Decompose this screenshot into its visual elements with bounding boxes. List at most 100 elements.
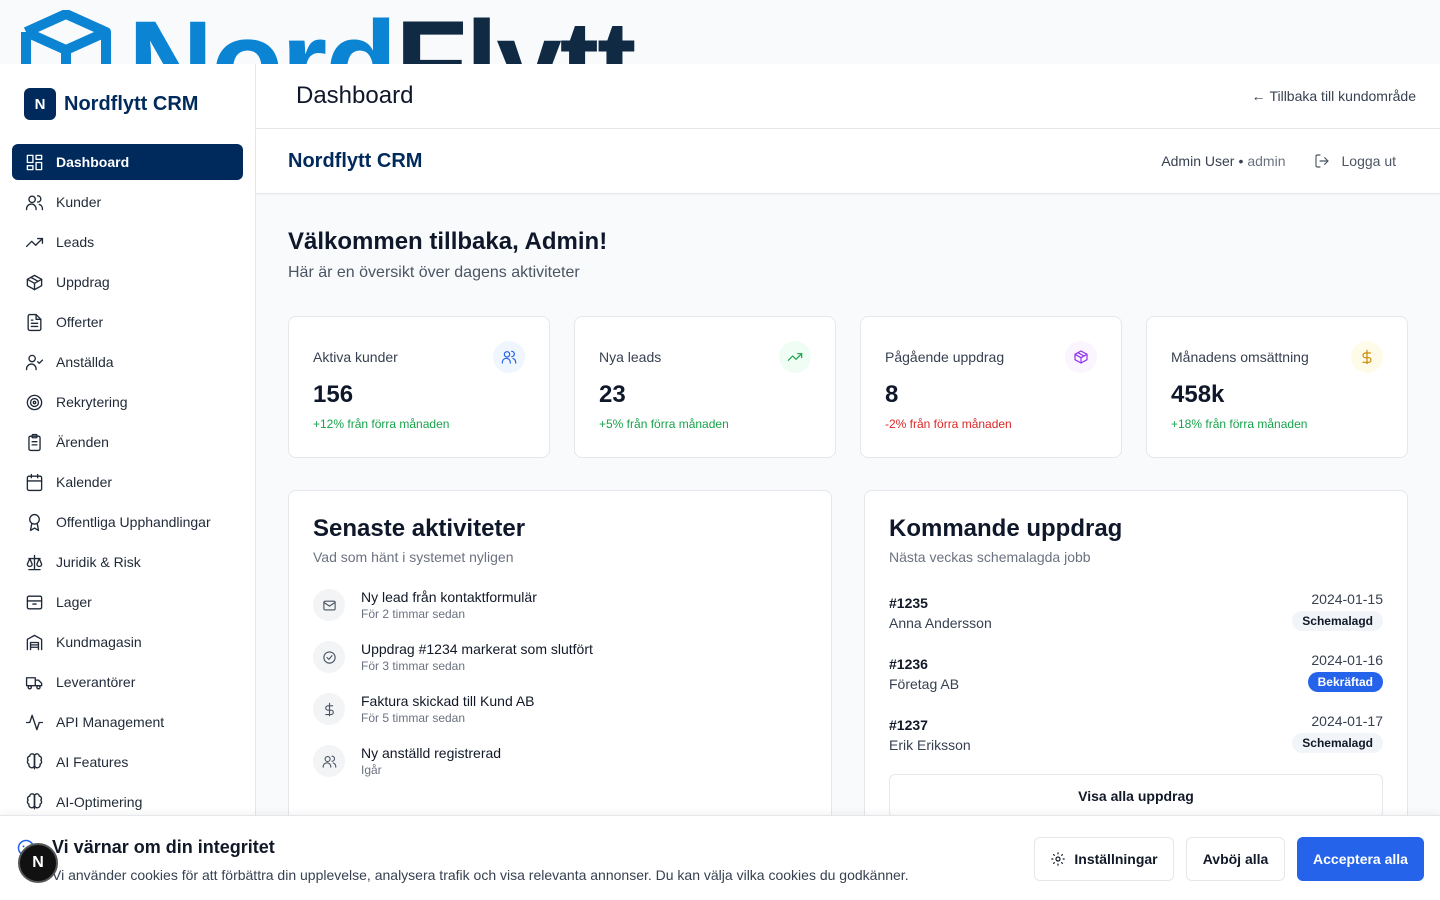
cookie-settings-button[interactable]: Inställningar — [1034, 837, 1174, 881]
main-area: Dashboard ← Tillbaka till kundområde Nor… — [256, 64, 1440, 900]
cookie-settings-label: Inställningar — [1074, 851, 1158, 867]
sidebar-item-label: Leverantörer — [56, 674, 136, 690]
stat-value: 156 — [313, 381, 354, 408]
welcome-title: Välkommen tillbaka, Admin! — [288, 228, 608, 255]
sidebar-item-label: Offentliga Upphandlingar — [56, 514, 211, 530]
logout-button[interactable]: Logga ut — [1314, 153, 1396, 169]
app-subheader: Nordflytt CRM Admin User • admin Logga u… — [256, 129, 1440, 194]
floating-avatar-button[interactable]: N — [18, 843, 58, 883]
activity-title: Uppdrag #1234 markerat som slutfört — [361, 641, 593, 657]
dashboard-grid-icon — [24, 152, 44, 172]
user-area: Admin User • admin Logga ut — [1161, 153, 1396, 169]
banner-wordmark: NordFlytt — [128, 4, 636, 64]
page-title: Dashboard — [296, 82, 414, 109]
stat-trend: -2% från förra månaden — [885, 417, 1012, 431]
dashboard-content: Välkommen tillbaka, Admin! Här är en öve… — [256, 194, 1440, 830]
sidebar-nav: Dashboard Kunder Leads Uppdrag Offerter Anstä… — [0, 144, 255, 820]
award-icon — [24, 512, 44, 532]
cookie-text: Vi använder cookies för att förbättra di… — [52, 867, 909, 883]
package-icon — [24, 272, 44, 292]
cookie-reject-button[interactable]: Avböj alla — [1186, 837, 1285, 881]
status-badge: Bekräftad — [1307, 672, 1383, 692]
users-icon — [313, 745, 345, 777]
status-badge: Schemalagd — [1292, 733, 1383, 753]
upcoming-jobs-panel: Kommande uppdrag Nästa veckas schemalagd… — [864, 490, 1408, 830]
activity-time: För 5 timmar sedan — [361, 711, 466, 725]
stat-value: 23 — [599, 381, 626, 408]
users-icon — [24, 192, 44, 212]
document-icon — [24, 312, 44, 332]
sidebar-item-lager[interactable]: Lager — [12, 584, 243, 620]
trending-up-icon — [779, 341, 811, 373]
sidebar-item-juridik-risk[interactable]: Juridik & Risk — [12, 544, 243, 580]
stat-trend: +5% från förra månaden — [599, 417, 729, 431]
job-date: 2024-01-17 — [1311, 713, 1383, 729]
job-row[interactable]: #1235 Anna Andersson 2024-01-15 Schemalagd — [889, 591, 1383, 652]
sidebar-item-rekrytering[interactable]: Rekrytering — [12, 384, 243, 420]
calendar-icon — [24, 472, 44, 492]
sidebar-brand[interactable]: N Nordflytt CRM — [0, 64, 255, 144]
user-role: admin — [1247, 153, 1286, 169]
job-row[interactable]: #1237 Erik Eriksson 2024-01-17 Schemalagd — [889, 713, 1383, 774]
sidebar-item-ärenden[interactable]: Ärenden — [12, 424, 243, 460]
job-row[interactable]: #1236 Företag AB 2024-01-16 Bekräftad — [889, 652, 1383, 713]
sidebar-item-label: Uppdrag — [56, 274, 110, 290]
sidebar-item-anställda[interactable]: Anställda — [12, 344, 243, 380]
page-header: Dashboard ← Tillbaka till kundområde — [256, 64, 1440, 129]
brain-icon — [24, 792, 44, 812]
sidebar-item-label: Rekrytering — [56, 394, 128, 410]
stat-card: Pågående uppdrag 8 -2% från förra månaden — [860, 316, 1122, 458]
activity-time: För 3 timmar sedan — [361, 659, 466, 673]
stats-row: Aktiva kunder 156 +12% från förra månaden N… — [288, 316, 1408, 458]
sidebar-item-ai-features[interactable]: AI Features — [12, 744, 243, 780]
sidebar-item-offerter[interactable]: Offerter — [12, 304, 243, 340]
stat-trend: +12% från förra månaden — [313, 417, 450, 431]
stat-trend: +18% från förra månaden — [1171, 417, 1308, 431]
sidebar-item-label: Juridik & Risk — [56, 554, 141, 570]
stat-value: 458k — [1171, 381, 1225, 408]
cookie-title: Vi värnar om din integritet — [52, 837, 275, 857]
sidebar-item-kalender[interactable]: Kalender — [12, 464, 243, 500]
job-id: #1235 — [889, 595, 928, 611]
sidebar-item-label: AI-Optimering — [56, 794, 143, 810]
job-date: 2024-01-16 — [1311, 652, 1383, 668]
check-circle-icon — [313, 641, 345, 673]
sidebar-item-label: Kundmagasin — [56, 634, 142, 650]
view-all-jobs-button[interactable]: Visa alla uppdrag — [889, 774, 1383, 818]
sidebar-item-kunder[interactable]: Kunder — [12, 184, 243, 220]
sidebar-item-label: Kalender — [56, 474, 113, 490]
recent-activities-panel: Senaste aktiviteter Vad som hänt i syste… — [288, 490, 832, 830]
sidebar-item-kundmagasin[interactable]: Kundmagasin — [12, 624, 243, 660]
brain-icon — [24, 752, 44, 772]
back-to-customer-area-link[interactable]: ← Tillbaka till kundområde — [1251, 88, 1416, 104]
target-icon — [24, 392, 44, 412]
user-check-icon — [24, 352, 44, 372]
arrow-left-icon: ← — [1251, 88, 1266, 104]
clipboard-icon — [24, 432, 44, 452]
dollar-icon — [1351, 341, 1383, 373]
sidebar-item-label: Leads — [56, 234, 95, 250]
activity-time: För 2 timmar sedan — [361, 607, 466, 621]
activities-title: Senaste aktiviteter — [313, 515, 526, 542]
status-badge: Schemalagd — [1292, 611, 1383, 631]
cookie-accept-button[interactable]: Acceptera alla — [1297, 837, 1424, 881]
job-client: Företag AB — [889, 676, 960, 692]
sidebar-item-leverantörer[interactable]: Leverantörer — [12, 664, 243, 700]
job-id: #1236 — [889, 656, 928, 672]
sidebar-item-api-management[interactable]: API Management — [12, 704, 243, 740]
sidebar-item-dashboard[interactable]: Dashboard — [12, 144, 243, 180]
user-name: Admin User — [1161, 153, 1235, 169]
back-link-label: Tillbaka till kundområde — [1269, 88, 1416, 104]
dollar-icon — [313, 693, 345, 725]
sidebar-item-leads[interactable]: Leads — [12, 224, 243, 260]
stat-value: 8 — [885, 381, 899, 408]
activity-time: Igår — [361, 763, 382, 777]
sidebar-item-offentliga-upphandlingar[interactable]: Offentliga Upphandlingar — [12, 504, 243, 540]
scale-icon — [24, 552, 44, 572]
sidebar-item-label: AI Features — [56, 754, 129, 770]
activity-item: Ny lead från kontaktformulär För 2 timmar… — [313, 589, 807, 641]
activities-subtitle: Vad som hänt i systemet nyligen — [313, 549, 514, 565]
stat-card: Aktiva kunder 156 +12% från förra månaden — [288, 316, 550, 458]
job-client: Erik Eriksson — [889, 737, 971, 753]
sidebar-item-uppdrag[interactable]: Uppdrag — [12, 264, 243, 300]
